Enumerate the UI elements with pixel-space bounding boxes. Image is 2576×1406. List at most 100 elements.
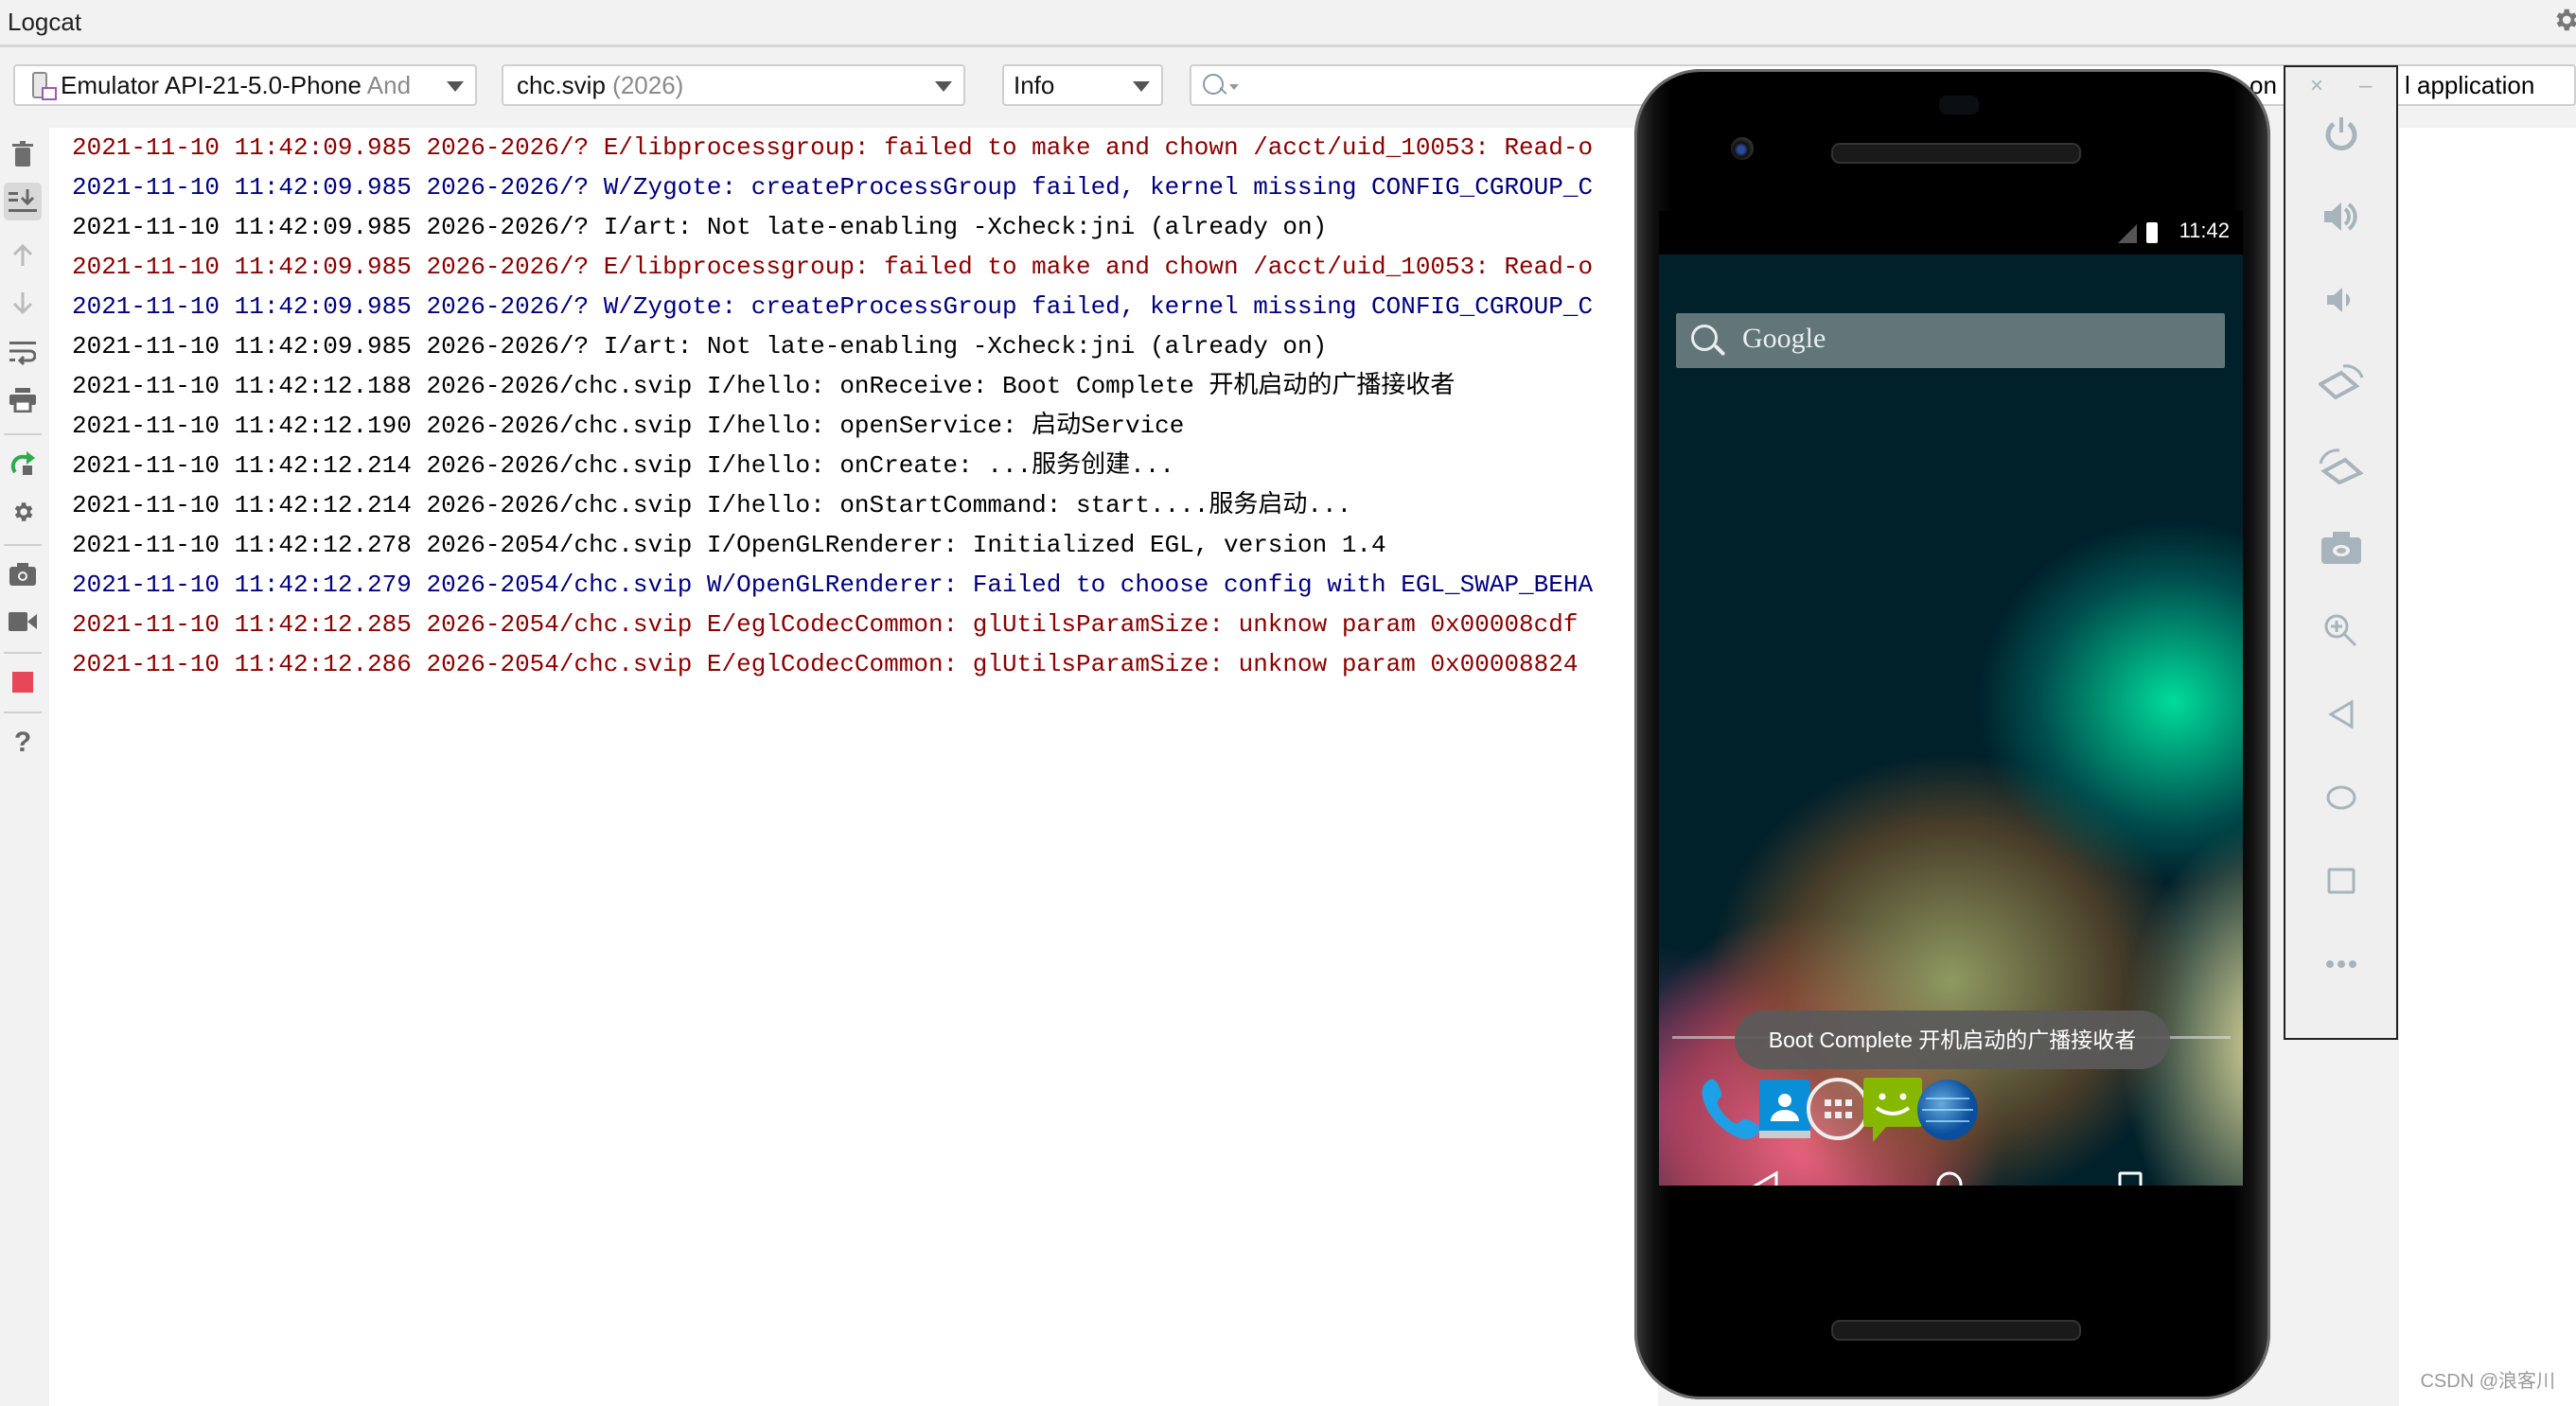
camera-icon bbox=[2320, 532, 2361, 564]
device-suffix: And bbox=[366, 71, 412, 99]
log-line[interactable]: 2021-11-10 11:42:09.985 2026-2026/? W/Zy… bbox=[72, 287, 1593, 326]
minimize-icon[interactable]: – bbox=[2359, 75, 2372, 97]
print-icon bbox=[9, 388, 36, 413]
log-line[interactable]: 2021-11-10 11:42:09.985 2026-2026/? E/li… bbox=[72, 247, 1593, 287]
arrow-down-icon bbox=[12, 292, 33, 315]
process-selector[interactable]: chc.svip (2026) bbox=[502, 64, 965, 106]
navigation-bar bbox=[1659, 1142, 2243, 1186]
log-line[interactable]: 2021-11-10 11:42:12.214 2026-2026/chc.sv… bbox=[72, 446, 1174, 485]
front-camera bbox=[1731, 137, 1754, 160]
gear-icon[interactable] bbox=[2551, 6, 2576, 34]
device-icon bbox=[32, 72, 57, 100]
logcat-output[interactable]: 2021-11-10 11:42:09.985 2026-2026/? E/li… bbox=[49, 128, 1658, 1406]
emulator-device-frame: 11:42 Google Boot Complete 开机启动的广播接收者 bbox=[1634, 69, 2270, 1399]
settings-icon bbox=[14, 502, 33, 521]
log-line[interactable]: 2021-11-10 11:42:12.188 2026-2026/chc.sv… bbox=[72, 366, 1455, 406]
chevron-down-icon bbox=[935, 81, 952, 92]
restart-icon bbox=[10, 451, 35, 475]
terminate-button[interactable] bbox=[4, 663, 42, 701]
toolbar-divider bbox=[4, 712, 42, 713]
volume-up-icon bbox=[2323, 202, 2357, 231]
search-icon bbox=[1691, 325, 1718, 351]
signal-icon bbox=[2118, 224, 2137, 243]
screen-capture-button[interactable] bbox=[4, 555, 42, 593]
log-line[interactable]: 2021-11-10 11:42:12.279 2026-2054/chc.sv… bbox=[72, 565, 1593, 605]
nav-recents-icon[interactable] bbox=[2117, 1170, 2144, 1186]
print-button[interactable] bbox=[4, 381, 42, 419]
nav-back-icon[interactable] bbox=[1752, 1170, 1780, 1186]
more-icon bbox=[2325, 960, 2356, 968]
soft-wrap-icon bbox=[9, 342, 36, 365]
clear-logcat-button[interactable] bbox=[4, 135, 42, 173]
chevron-down-icon bbox=[447, 81, 464, 92]
scroll-to-end-icon bbox=[9, 189, 37, 212]
screen-record-button[interactable] bbox=[4, 603, 42, 641]
panel-title: Logcat bbox=[8, 8, 82, 36]
screen-record-icon bbox=[9, 612, 37, 631]
trash-icon bbox=[12, 141, 33, 167]
more-button[interactable] bbox=[2285, 936, 2396, 993]
log-line[interactable]: 2021-11-10 11:42:09.985 2026-2026/? I/ar… bbox=[72, 207, 1327, 247]
back-icon bbox=[2327, 699, 2353, 729]
log-line[interactable]: 2021-11-10 11:42:12.278 2026-2054/chc.sv… bbox=[72, 525, 1386, 565]
next-occurrence-button[interactable] bbox=[4, 285, 42, 323]
emulator-screen[interactable]: 11:42 Google Boot Complete 开机启动的广播接收者 bbox=[1659, 211, 2243, 1186]
browser-app-icon[interactable] bbox=[1914, 1076, 1981, 1142]
battery-charging-icon bbox=[2146, 222, 2158, 243]
logcat-settings-button[interactable] bbox=[4, 493, 42, 531]
logcat-title-bar: Logcat bbox=[0, 0, 2576, 47]
power-button[interactable] bbox=[2285, 105, 2396, 162]
stop-icon bbox=[12, 672, 33, 693]
take-screenshot-button[interactable] bbox=[2285, 519, 2396, 576]
home-button[interactable] bbox=[2285, 769, 2396, 826]
process-pid: (2026) bbox=[612, 71, 684, 99]
rotate-right-icon bbox=[2319, 448, 2364, 484]
search-history-dropdown-icon[interactable] bbox=[1229, 84, 1239, 90]
rotate-left-button[interactable] bbox=[2285, 354, 2396, 411]
watermark: CSDN @浪客川 bbox=[2420, 1371, 2555, 1392]
toolbar-divider bbox=[4, 433, 42, 435]
process-name: chc.svip bbox=[517, 71, 606, 99]
log-line[interactable]: 2021-11-10 11:42:12.214 2026-2026/chc.sv… bbox=[72, 485, 1351, 525]
status-bar: 11:42 bbox=[1659, 211, 2243, 255]
nav-home-icon[interactable] bbox=[1935, 1170, 1964, 1186]
log-line[interactable]: 2021-11-10 11:42:12.286 2026-2054/chc.sv… bbox=[72, 644, 1578, 684]
google-search-label: Google bbox=[1742, 323, 1826, 354]
volume-down-icon bbox=[2326, 288, 2350, 312]
volume-down-button[interactable] bbox=[2285, 272, 2396, 328]
log-line[interactable]: 2021-11-10 11:42:12.285 2026-2054/chc.sv… bbox=[72, 605, 1578, 644]
device-selector[interactable]: Emulator API-21-5.0-Phone And bbox=[13, 64, 477, 106]
proximity-sensor bbox=[1939, 96, 1979, 114]
toolbar-divider bbox=[4, 652, 42, 654]
filter-option-text[interactable]: l application bbox=[2405, 66, 2534, 104]
log-line[interactable]: 2021-11-10 11:42:09.985 2026-2026/? I/ar… bbox=[72, 326, 1327, 366]
log-level-selector[interactable]: Info bbox=[1002, 64, 1163, 106]
toast-message: Boot Complete 开机启动的广播接收者 bbox=[1735, 1011, 2170, 1069]
logcat-side-toolbar: ? bbox=[0, 128, 49, 1406]
restart-button[interactable] bbox=[4, 444, 42, 482]
log-line[interactable]: 2021-11-10 11:42:12.190 2026-2026/chc.sv… bbox=[72, 406, 1184, 446]
home-wallpaper: Google Boot Complete 开机启动的广播接收者 bbox=[1659, 255, 2243, 1186]
back-button[interactable] bbox=[2285, 686, 2396, 743]
close-icon[interactable]: × bbox=[2310, 75, 2323, 97]
logcat-output-right bbox=[2399, 128, 2576, 1406]
top-speaker bbox=[1831, 143, 2081, 164]
home-icon bbox=[2326, 785, 2355, 810]
emulator-controls-panel: × – bbox=[2284, 65, 2398, 1040]
soft-wraps-button[interactable] bbox=[4, 334, 42, 372]
zoom-button[interactable] bbox=[2285, 603, 2396, 659]
chevron-down-icon bbox=[1133, 81, 1150, 92]
volume-up-button[interactable] bbox=[2285, 188, 2396, 245]
overview-button[interactable] bbox=[2285, 852, 2396, 909]
scroll-to-end-button[interactable] bbox=[4, 183, 42, 220]
zoom-in-icon bbox=[2324, 614, 2356, 647]
device-name: Emulator API-21-5.0-Phone bbox=[61, 71, 362, 99]
help-button[interactable]: ? bbox=[4, 724, 42, 762]
previous-occurrence-button[interactable] bbox=[4, 236, 42, 273]
log-line[interactable]: 2021-11-10 11:42:09.985 2026-2026/? E/li… bbox=[72, 128, 1593, 167]
help-icon: ? bbox=[13, 727, 32, 758]
rotate-right-button[interactable] bbox=[2285, 437, 2396, 494]
log-line[interactable]: 2021-11-10 11:42:09.985 2026-2026/? W/Zy… bbox=[72, 167, 1593, 207]
power-icon bbox=[2325, 117, 2356, 150]
google-search-widget[interactable]: Google bbox=[1676, 313, 2225, 368]
